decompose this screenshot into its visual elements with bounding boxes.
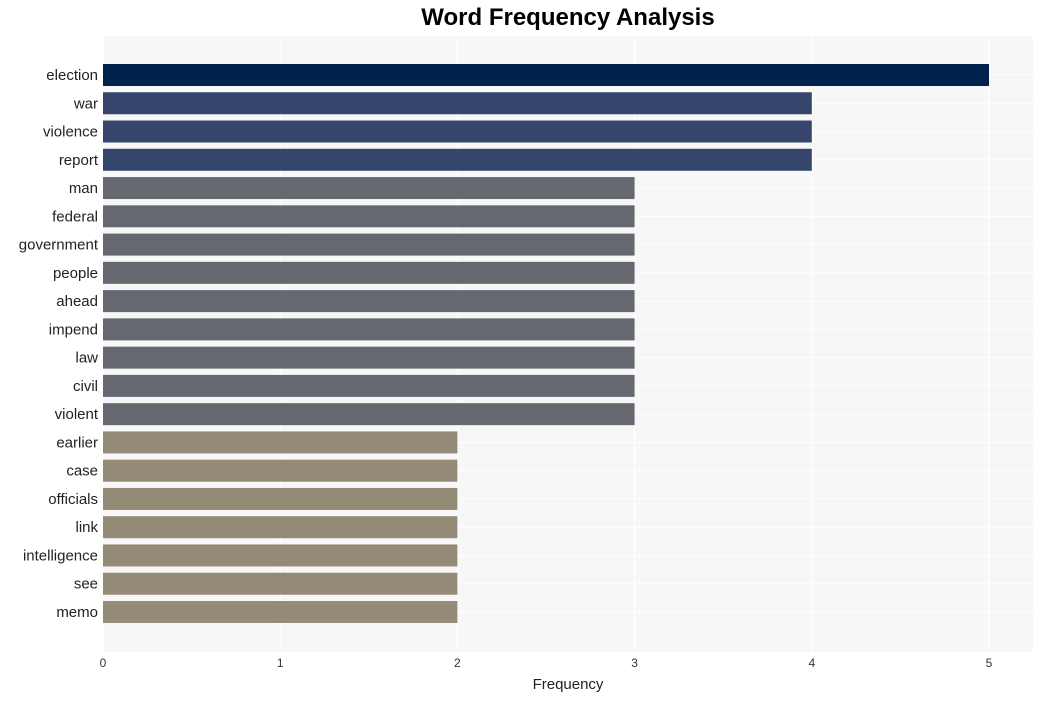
bar-memo xyxy=(103,601,458,623)
category-label-war: war xyxy=(73,95,98,112)
bar-impend xyxy=(103,318,635,341)
category-label-federal: federal xyxy=(52,208,98,225)
category-label-people: people xyxy=(53,265,98,282)
bar-government xyxy=(103,233,635,256)
category-label-report: report xyxy=(59,152,99,169)
x-tick-labels: 0 1 2 3 4 5 xyxy=(100,656,993,670)
bar-case xyxy=(103,459,458,482)
bar-war xyxy=(103,92,812,115)
bar-federal xyxy=(103,205,635,228)
bar-intelligence xyxy=(103,544,458,567)
category-label-earlier: earlier xyxy=(56,434,98,451)
category-label-link: link xyxy=(75,519,98,536)
bar-man xyxy=(103,177,635,200)
category-label-law: law xyxy=(75,350,98,367)
category-label-officials: officials xyxy=(48,491,98,508)
x-tick-label-1: 1 xyxy=(277,656,284,670)
x-tick-label-0: 0 xyxy=(100,656,107,670)
category-label-intelligence: intelligence xyxy=(23,547,98,564)
bar-violent xyxy=(103,403,635,426)
bar-civil xyxy=(103,374,635,397)
x-tick-label-5: 5 xyxy=(986,656,993,670)
category-label-election: election xyxy=(46,67,98,84)
category-label-man: man xyxy=(69,180,98,197)
category-labels: election war violence report man federal gover… xyxy=(19,67,99,621)
bar-officials xyxy=(103,487,458,510)
x-tick-label-2: 2 xyxy=(454,656,461,670)
category-label-violent: violent xyxy=(55,406,99,423)
bar-earlier xyxy=(103,431,458,454)
bar-chart: election war violence report man federal gover… xyxy=(19,36,1033,693)
x-tick-label-3: 3 xyxy=(631,656,638,670)
category-label-memo: memo xyxy=(56,604,98,621)
x-axis-title: Frequency xyxy=(533,676,604,693)
bar-ahead xyxy=(103,290,635,313)
category-label-government: government xyxy=(19,237,99,254)
bar-see xyxy=(103,572,458,595)
bar-people xyxy=(103,261,635,284)
category-label-case: case xyxy=(66,463,98,480)
category-label-violence: violence xyxy=(43,124,98,141)
bar-link xyxy=(103,516,458,539)
bar-violence xyxy=(103,120,812,143)
x-tick-label-4: 4 xyxy=(808,656,815,670)
bar-report xyxy=(103,148,812,171)
bar-law xyxy=(103,346,635,369)
category-label-impend: impend xyxy=(49,321,98,338)
category-label-ahead: ahead xyxy=(56,293,98,310)
category-label-civil: civil xyxy=(73,378,98,395)
bar-election xyxy=(103,64,989,86)
category-label-see: see xyxy=(74,576,98,593)
